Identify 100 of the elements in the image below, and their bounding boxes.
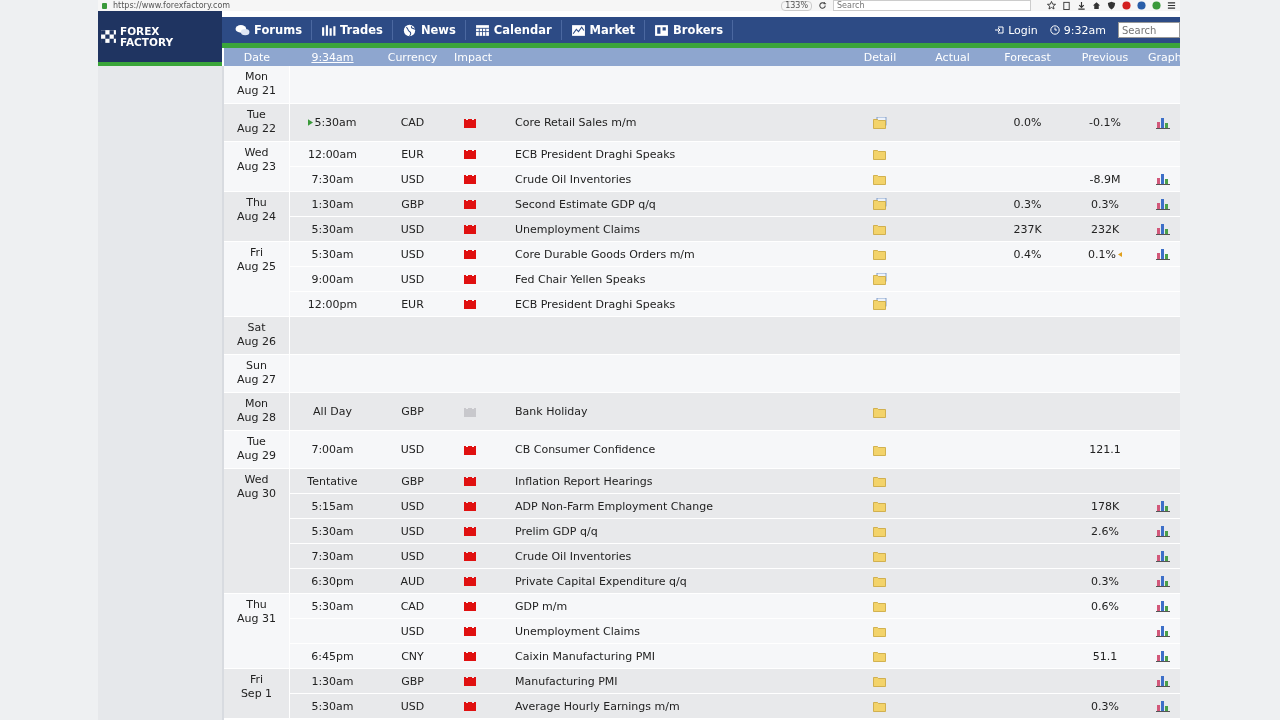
event-title[interactable]: Inflation Report Hearings: [515, 474, 653, 488]
column-header: Impact: [453, 50, 490, 64]
event-time: 7:30am: [311, 549, 354, 563]
nav-tab[interactable]: Forums: [226, 20, 312, 40]
date-cell: Thu Aug 31: [224, 594, 290, 668]
home-icon[interactable]: [1092, 1, 1101, 10]
event-time: 1:30am: [311, 197, 354, 211]
speech-bubble-icon: [235, 23, 250, 37]
line-chart-icon: [570, 23, 586, 37]
event-title[interactable]: Manufacturing PMI: [515, 674, 618, 688]
event-title[interactable]: CB Consumer Confidence: [515, 443, 656, 456]
bar-chart-icon[interactable]: [1156, 650, 1170, 662]
event-title[interactable]: Bank Holiday: [515, 405, 588, 418]
nav-tab[interactable]: Calendar: [465, 20, 562, 40]
star-icon[interactable]: [1047, 1, 1056, 10]
reload-icon[interactable]: [818, 1, 827, 10]
globe-icon: [401, 23, 417, 37]
nav-tab[interactable]: Market: [561, 20, 646, 40]
search-field[interactable]: Search: [833, 0, 1031, 11]
bar-chart-icon[interactable]: [1156, 500, 1170, 512]
currency-code: USD: [399, 524, 426, 538]
event-title[interactable]: Prelim GDP q/q: [515, 524, 598, 538]
event-title[interactable]: Second Estimate GDP q/q: [515, 197, 656, 211]
bar-chart-icon[interactable]: [1156, 248, 1170, 260]
site-logo[interactable]: FOREX FACTORY: [98, 11, 222, 66]
previous-value: 0.3%: [1091, 699, 1119, 713]
event-title[interactable]: Core Retail Sales m/m: [515, 116, 637, 129]
date-cell: Wed Aug 23: [224, 142, 290, 191]
bar-chart-icon[interactable]: [1156, 116, 1170, 129]
event-title[interactable]: ECB President Draghi Speaks: [515, 297, 676, 311]
currency-code: EUR: [400, 297, 425, 311]
shield-icon[interactable]: [1107, 1, 1116, 10]
download-icon[interactable]: [1077, 1, 1086, 10]
column-header: Date: [242, 50, 272, 64]
login-link[interactable]: Login: [994, 23, 1038, 37]
forecast-value: 0.0%: [1013, 116, 1042, 129]
event-title[interactable]: Fed Chair Yellen Speaks: [515, 272, 646, 286]
date-cell: Tue Aug 22: [224, 104, 290, 141]
currency-code: USD: [399, 222, 426, 236]
event-title[interactable]: GDP m/m: [515, 599, 568, 613]
bar-chart-icon[interactable]: [1156, 600, 1170, 612]
previous-value: 0.3%: [1091, 574, 1119, 588]
date-cell: Wed Aug 30: [224, 469, 290, 593]
column-header: Detail: [862, 50, 898, 64]
date-cell: Mon Aug 28: [224, 393, 290, 430]
event-title[interactable]: ECB President Draghi Speaks: [515, 147, 676, 161]
logo-text: FACTORY: [120, 36, 173, 48]
event-title[interactable]: Unemployment Claims: [515, 222, 641, 236]
currency-code: CNY: [400, 649, 425, 663]
event-time: 5:30am: [311, 247, 354, 261]
clipboard-icon[interactable]: [1062, 1, 1071, 10]
bar-chart-icon[interactable]: [1156, 198, 1170, 210]
event-title[interactable]: Crude Oil Inventories: [515, 549, 632, 563]
date-cell: Fri Sep 1: [224, 669, 290, 718]
clock-icon: [1049, 25, 1060, 35]
zoom-level[interactable]: 133%: [781, 0, 812, 11]
column-header: Graph: [1147, 50, 1180, 64]
bar-chart-icon[interactable]: [1156, 223, 1170, 235]
currency-code: USD: [399, 172, 426, 186]
bar-chart-icon: [321, 23, 336, 37]
currency-code: USD: [399, 272, 426, 286]
column-header: Actual: [934, 50, 971, 64]
logo-text: FOREX: [120, 25, 161, 37]
bar-chart-icon[interactable]: [1156, 575, 1170, 587]
bar-chart-icon[interactable]: [1156, 173, 1170, 185]
event-title[interactable]: Caixin Manufacturing PMI: [515, 649, 656, 663]
bar-chart-icon[interactable]: [1156, 675, 1170, 687]
event-title[interactable]: Private Capital Expenditure q/q: [515, 574, 687, 588]
event-title[interactable]: Average Hourly Earnings m/m: [515, 699, 680, 713]
date-cell: Fri Aug 25: [224, 242, 290, 316]
previous-value: -8.9M: [1089, 172, 1121, 186]
checkered-flag-icon: [100, 28, 117, 45]
previous-value: 2.6%: [1091, 524, 1119, 538]
menu-icon[interactable]: [1167, 1, 1176, 10]
nav-tab[interactable]: News: [392, 20, 466, 40]
date-cell: Mon Aug 21: [224, 66, 290, 103]
address-bar[interactable]: https://www.forexfactory.com: [113, 1, 713, 10]
event-title[interactable]: Unemployment Claims: [515, 624, 641, 638]
event-time: 6:30pm: [311, 574, 354, 588]
nav-tab[interactable]: Trades: [312, 20, 393, 40]
previous-value: 0.3%: [1091, 197, 1119, 211]
currency-code: EUR: [400, 147, 425, 161]
previous-value: 0.1%: [1088, 247, 1116, 261]
event-title[interactable]: Crude Oil Inventories: [515, 172, 632, 186]
currency-code: USD: [399, 499, 426, 513]
previous-value: 0.6%: [1091, 599, 1119, 613]
bar-chart-icon[interactable]: [1156, 525, 1170, 537]
event-title[interactable]: Core Durable Goods Orders m/m: [515, 247, 695, 261]
event-title[interactable]: ADP Non-Farm Employment Change: [515, 499, 713, 513]
event-time: 5:30am: [311, 222, 354, 236]
bar-chart-icon[interactable]: [1156, 550, 1170, 562]
previous-value: 232K: [1090, 222, 1120, 236]
date-cell: Sun Aug 27: [224, 355, 290, 392]
bar-chart-icon[interactable]: [1156, 700, 1170, 712]
bar-chart-icon[interactable]: [1156, 625, 1170, 637]
date-cell: Sat Aug 26: [224, 317, 290, 354]
lock-icon: [102, 2, 107, 9]
previous-value: 121.1: [1089, 443, 1121, 456]
site-search-field[interactable]: Search: [1118, 22, 1180, 38]
nav-tab[interactable]: Brokers: [645, 20, 734, 40]
